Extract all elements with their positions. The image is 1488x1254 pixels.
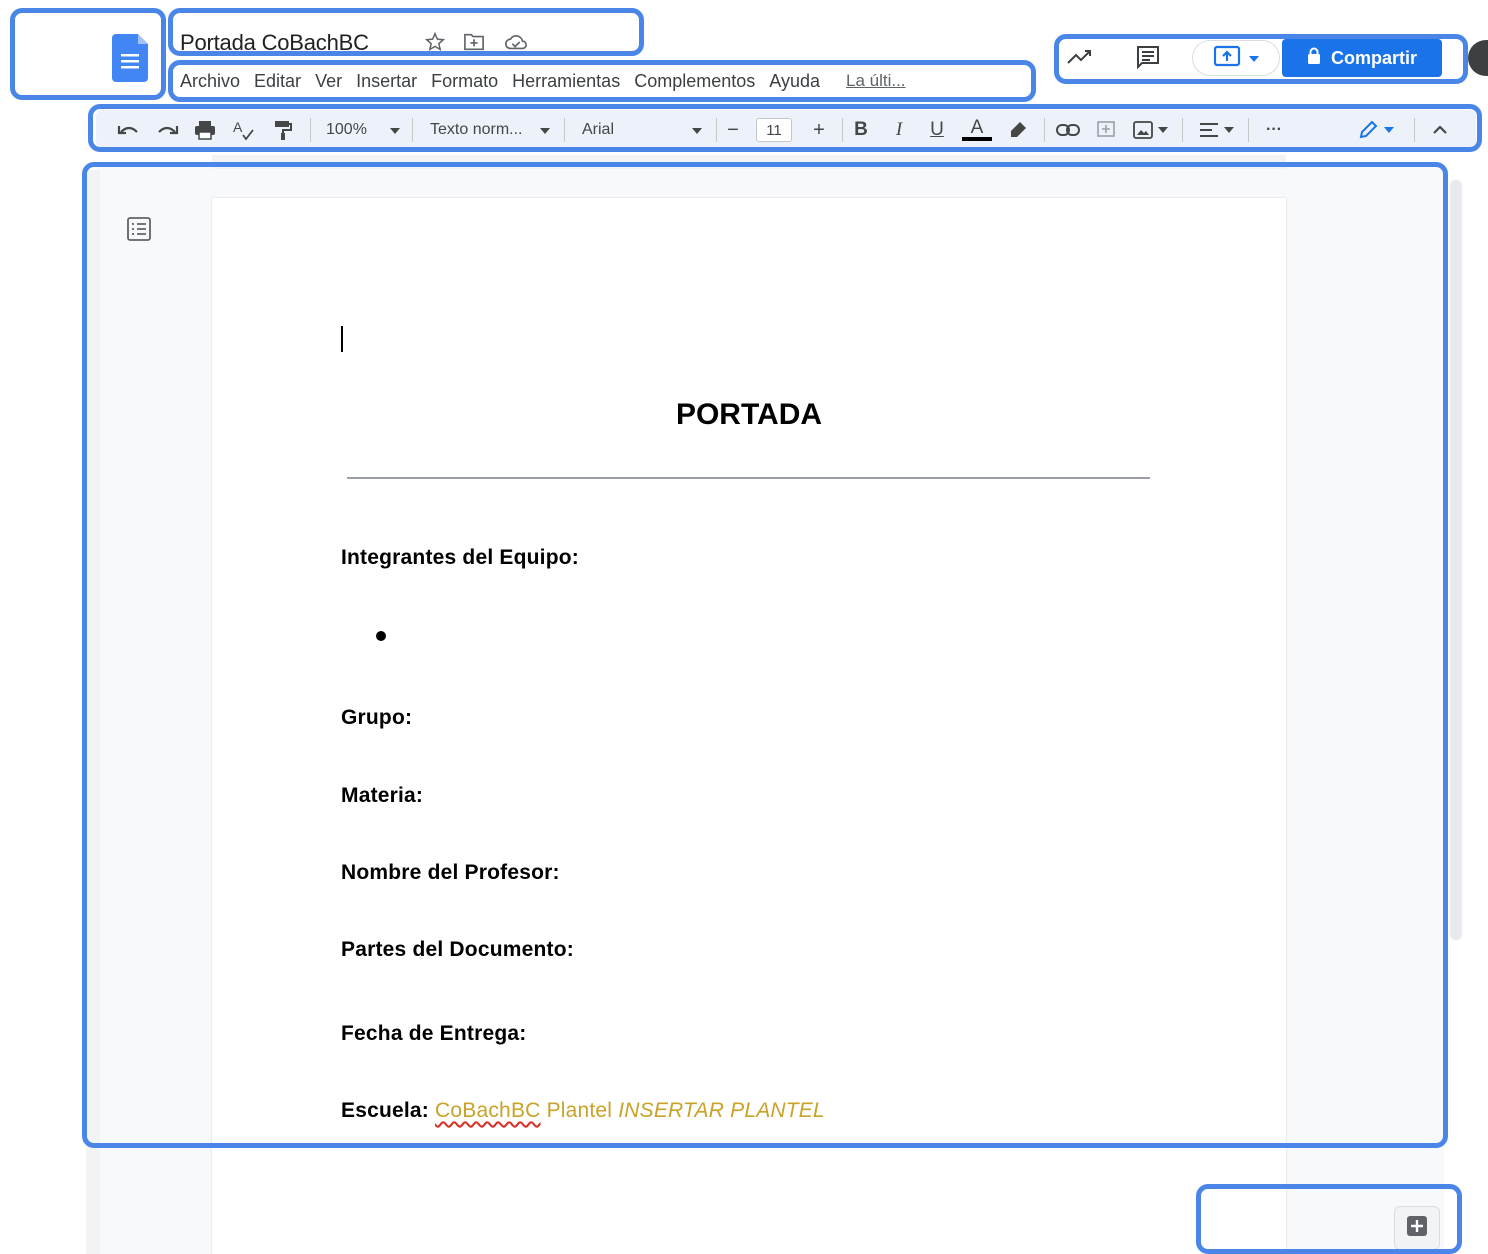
paragraph-style-select[interactable]: Texto norm... bbox=[430, 118, 550, 142]
chevron-down-icon bbox=[1249, 49, 1259, 67]
increase-font-size-button[interactable]: + bbox=[808, 118, 830, 142]
text-cursor bbox=[341, 326, 343, 352]
field-grupo[interactable]: Grupo: bbox=[341, 706, 412, 730]
redo-icon[interactable] bbox=[154, 118, 180, 142]
chevron-down-icon bbox=[692, 121, 702, 139]
cloud-status-icon[interactable] bbox=[504, 32, 527, 54]
field-materia[interactable]: Materia: bbox=[341, 784, 423, 808]
star-icon[interactable] bbox=[424, 31, 446, 54]
escuela-plantel-word: Plantel bbox=[546, 1099, 613, 1122]
align-icon[interactable] bbox=[1196, 118, 1236, 142]
activity-icon[interactable] bbox=[1064, 42, 1096, 72]
font-select[interactable]: Arial bbox=[582, 118, 702, 142]
text-color-swatch bbox=[962, 137, 992, 141]
paragraph-style-value: Texto norm... bbox=[430, 121, 523, 138]
chevron-down-icon bbox=[390, 121, 400, 139]
text-color-letter: A bbox=[970, 117, 984, 138]
move-folder-icon[interactable] bbox=[463, 32, 485, 54]
spellcheck-icon[interactable]: A bbox=[230, 118, 256, 142]
horizontal-line bbox=[347, 477, 1150, 479]
present-icon bbox=[1213, 45, 1241, 72]
escuela-school-name[interactable]: CoBachBC bbox=[435, 1099, 540, 1122]
vertical-ruler[interactable] bbox=[86, 170, 100, 1254]
explore-button[interactable] bbox=[1394, 1206, 1440, 1250]
menu-ayuda[interactable]: Ayuda bbox=[765, 68, 830, 94]
explore-icon bbox=[1405, 1214, 1429, 1243]
horizontal-ruler[interactable] bbox=[212, 155, 1286, 169]
escuela-label: Escuela: bbox=[341, 1099, 429, 1122]
menu-ver[interactable]: Ver bbox=[311, 68, 352, 94]
decrease-font-size-button[interactable]: − bbox=[722, 118, 744, 142]
vertical-scrollbar[interactable] bbox=[1450, 180, 1462, 940]
share-label: Compartir bbox=[1330, 47, 1417, 68]
field-profesor[interactable]: Nombre del Profesor: bbox=[341, 861, 560, 885]
edit-mode-icon[interactable] bbox=[1354, 118, 1398, 142]
chevron-down-icon bbox=[540, 121, 550, 139]
add-comment-icon[interactable] bbox=[1094, 118, 1118, 142]
menu-bar: Archivo Editar Ver Insertar Formato Herr… bbox=[176, 68, 916, 94]
undo-icon[interactable] bbox=[116, 118, 142, 142]
more-options-button[interactable]: ··· bbox=[1260, 118, 1288, 142]
print-icon[interactable] bbox=[192, 118, 218, 142]
escuela-plantel-placeholder[interactable]: INSERTAR PLANTEL bbox=[618, 1099, 825, 1122]
bold-button[interactable]: B bbox=[850, 118, 872, 142]
zoom-value: 100% bbox=[326, 121, 367, 138]
field-fecha[interactable]: Fecha de Entrega: bbox=[341, 1022, 526, 1046]
share-button[interactable]: Compartir bbox=[1282, 39, 1442, 77]
underline-button[interactable]: U bbox=[926, 118, 948, 142]
paint-format-icon[interactable] bbox=[270, 118, 296, 142]
menu-herramientas[interactable]: Herramientas bbox=[508, 68, 630, 94]
font-size-input[interactable]: 11 bbox=[756, 118, 792, 142]
link-icon[interactable] bbox=[1054, 118, 1082, 142]
collapse-icon[interactable] bbox=[1428, 118, 1452, 142]
present-button[interactable] bbox=[1192, 40, 1280, 76]
menu-complementos[interactable]: Complementos bbox=[630, 68, 765, 94]
text-color-button[interactable]: A bbox=[962, 118, 992, 142]
bullet-point[interactable] bbox=[376, 631, 386, 641]
avatar[interactable] bbox=[1468, 40, 1488, 76]
svg-text:A: A bbox=[233, 119, 243, 135]
field-integrantes[interactable]: Integrantes del Equipo: bbox=[341, 546, 579, 570]
font-value: Arial bbox=[582, 121, 615, 138]
document-title[interactable]: Portada CoBachBC bbox=[180, 30, 369, 56]
menu-formato[interactable]: Formato bbox=[427, 68, 508, 94]
menu-archivo[interactable]: Archivo bbox=[176, 68, 250, 94]
formatting-toolbar: A 100% Texto norm... Arial − 11 + B I U … bbox=[96, 110, 1476, 148]
highlight-icon[interactable] bbox=[1006, 118, 1030, 142]
outline-icon[interactable] bbox=[126, 216, 154, 244]
last-edit-link[interactable]: La últi... bbox=[830, 68, 916, 94]
zoom-select[interactable]: 100% bbox=[326, 118, 400, 142]
lock-icon bbox=[1307, 47, 1321, 70]
page-heading[interactable]: PORTADA bbox=[212, 398, 1286, 432]
italic-button[interactable]: I bbox=[888, 118, 910, 142]
comments-icon[interactable] bbox=[1132, 42, 1164, 72]
menu-editar[interactable]: Editar bbox=[250, 68, 311, 94]
menu-insertar[interactable]: Insertar bbox=[352, 68, 427, 94]
field-partes[interactable]: Partes del Documento: bbox=[341, 938, 574, 962]
field-escuela[interactable]: Escuela: CoBachBC Plantel INSERTAR PLANT… bbox=[341, 1099, 825, 1123]
image-icon[interactable] bbox=[1130, 118, 1170, 142]
docs-logo-icon[interactable] bbox=[112, 34, 148, 82]
